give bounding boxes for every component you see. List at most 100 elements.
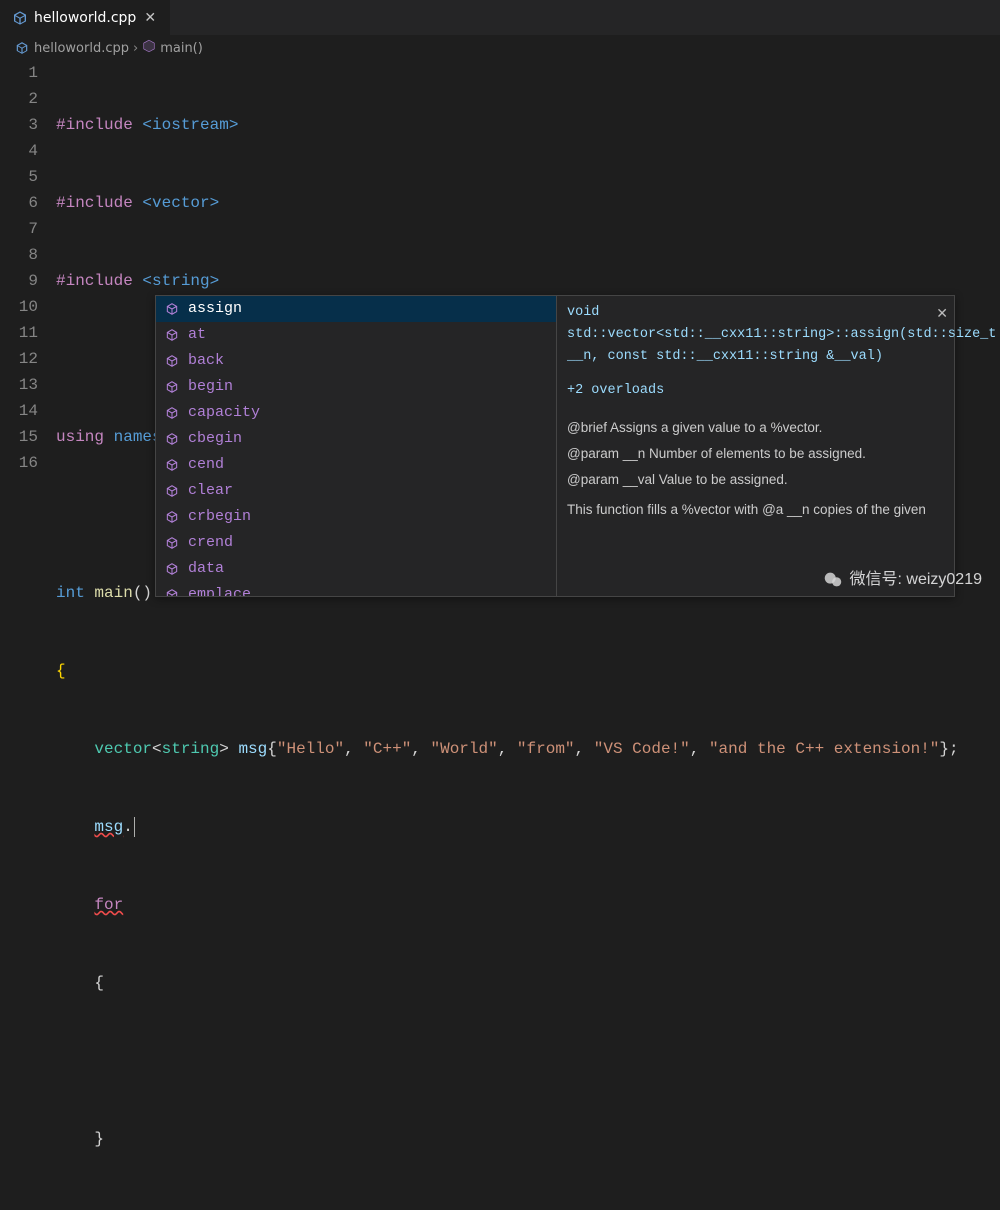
suggestion-label: capacity — [188, 400, 260, 426]
line-number: 16 — [0, 450, 38, 476]
method-cube-icon — [164, 328, 180, 342]
suggestion-label: clear — [188, 478, 233, 504]
suggestion-item[interactable]: clear — [156, 478, 556, 504]
line-number: 3 — [0, 112, 38, 138]
line-number: 13 — [0, 372, 38, 398]
suggestion-item[interactable]: cend — [156, 452, 556, 478]
doc-param-n: @param __n Number of elements to be assi… — [567, 444, 944, 464]
line-number: 2 — [0, 86, 38, 112]
watermark-text: 微信号: weizy0219 — [850, 567, 983, 593]
code-token: msg — [94, 818, 123, 836]
method-cube-icon — [164, 510, 180, 524]
suggestion-label: data — [188, 556, 224, 582]
method-cube-icon — [164, 432, 180, 446]
line-number: 15 — [0, 424, 38, 450]
suggestion-item[interactable]: assign — [156, 296, 556, 322]
method-icon — [142, 39, 156, 57]
code-token: "from" — [517, 740, 575, 758]
code-token: cout — [94, 1208, 132, 1210]
method-cube-icon — [164, 302, 180, 316]
code-token: msg — [229, 740, 267, 758]
suggestion-item[interactable]: emplace — [156, 582, 556, 596]
overloads-text: +2 overloads — [567, 378, 944, 404]
code-token: "VS Code!" — [594, 740, 690, 758]
chevron-right-icon: › — [133, 41, 138, 56]
code-token: "World" — [431, 740, 498, 758]
file-tab[interactable]: helloworld.cpp ✕ — [0, 0, 171, 35]
close-icon[interactable]: ✕ — [936, 300, 948, 326]
line-number: 6 — [0, 190, 38, 216]
suggestion-item[interactable]: cbegin — [156, 426, 556, 452]
method-cube-icon — [164, 536, 180, 550]
line-number: 14 — [0, 398, 38, 424]
line-number: 4 — [0, 138, 38, 164]
suggestion-label: crend — [188, 530, 233, 556]
line-number: 11 — [0, 320, 38, 346]
suggestion-item[interactable]: data — [156, 556, 556, 582]
suggestion-label: cend — [188, 452, 224, 478]
suggestion-item[interactable]: crend — [156, 530, 556, 556]
suggestion-label: assign — [188, 296, 242, 322]
code-token: () — [133, 584, 152, 602]
code-token: #include — [56, 272, 133, 290]
line-number: 9 — [0, 268, 38, 294]
method-cube-icon — [164, 380, 180, 394]
code-token: <vector> — [142, 194, 219, 212]
close-tab-icon[interactable]: ✕ — [142, 10, 158, 26]
line-number: 7 — [0, 216, 38, 242]
method-cube-icon — [164, 588, 180, 596]
method-cube-icon — [164, 562, 180, 576]
line-number-gutter: 12345678910111213141516 — [0, 60, 56, 605]
code-token: "Hello" — [277, 740, 344, 758]
suggestion-detail: ✕ void std::vector<std::__cxx11::string>… — [556, 296, 954, 596]
text-cursor — [134, 817, 135, 837]
suggestion-label: cbegin — [188, 426, 242, 452]
cpp-file-icon — [14, 40, 30, 56]
line-number: 5 — [0, 164, 38, 190]
intellisense-popup: assignatbackbegincapacitycbegincendclear… — [155, 295, 955, 597]
line-number: 1 — [0, 60, 38, 86]
code-token: { — [56, 662, 66, 680]
breadcrumb-symbol[interactable]: main() — [160, 41, 203, 56]
code-token: #include — [56, 116, 133, 134]
code-token: using — [56, 428, 104, 446]
tab-bar: helloworld.cpp ✕ — [0, 0, 1000, 36]
signature-text: void std::vector<std::__cxx11::string>::… — [567, 302, 944, 368]
suggestion-item[interactable]: capacity — [156, 400, 556, 426]
code-token: int — [56, 584, 85, 602]
suggestion-label: back — [188, 348, 224, 374]
tab-filename: helloworld.cpp — [34, 10, 136, 26]
code-token: <iostream> — [142, 116, 238, 134]
method-cube-icon — [164, 458, 180, 472]
doc-brief: @brief Assigns a given value to a %vecto… — [567, 418, 944, 438]
code-token: #include — [56, 194, 133, 212]
breadcrumb-bar: helloworld.cpp › main() — [0, 36, 1000, 60]
code-token: { — [94, 974, 104, 992]
suggestion-item[interactable]: begin — [156, 374, 556, 400]
suggestion-item[interactable]: at — [156, 322, 556, 348]
code-token: string — [162, 740, 220, 758]
suggestion-label: begin — [188, 374, 233, 400]
method-cube-icon — [164, 484, 180, 498]
suggestion-item[interactable]: crbegin — [156, 504, 556, 530]
method-cube-icon — [164, 354, 180, 368]
code-token: main — [94, 584, 132, 602]
line-number: 12 — [0, 346, 38, 372]
method-cube-icon — [164, 406, 180, 420]
code-token: vector — [94, 740, 152, 758]
breadcrumb-file[interactable]: helloworld.cpp — [34, 41, 129, 56]
doc-body: This function fills a %vector with @a __… — [567, 500, 944, 520]
doc-param-val: @param __val Value to be assigned. — [567, 470, 944, 490]
code-token: "C++" — [363, 740, 411, 758]
suggestion-label: emplace — [188, 582, 251, 596]
line-number: 10 — [0, 294, 38, 320]
code-token: <string> — [142, 272, 219, 290]
line-number: 8 — [0, 242, 38, 268]
suggestion-label: at — [188, 322, 206, 348]
wechat-icon — [822, 569, 844, 591]
watermark: 微信号: weizy0219 — [822, 567, 983, 593]
suggestion-item[interactable]: back — [156, 348, 556, 374]
suggestion-list[interactable]: assignatbackbegincapacitycbegincendclear… — [156, 296, 556, 596]
suggestion-label: crbegin — [188, 504, 251, 530]
editor-pane[interactable]: 12345678910111213141516 #include <iostre… — [0, 60, 1000, 605]
